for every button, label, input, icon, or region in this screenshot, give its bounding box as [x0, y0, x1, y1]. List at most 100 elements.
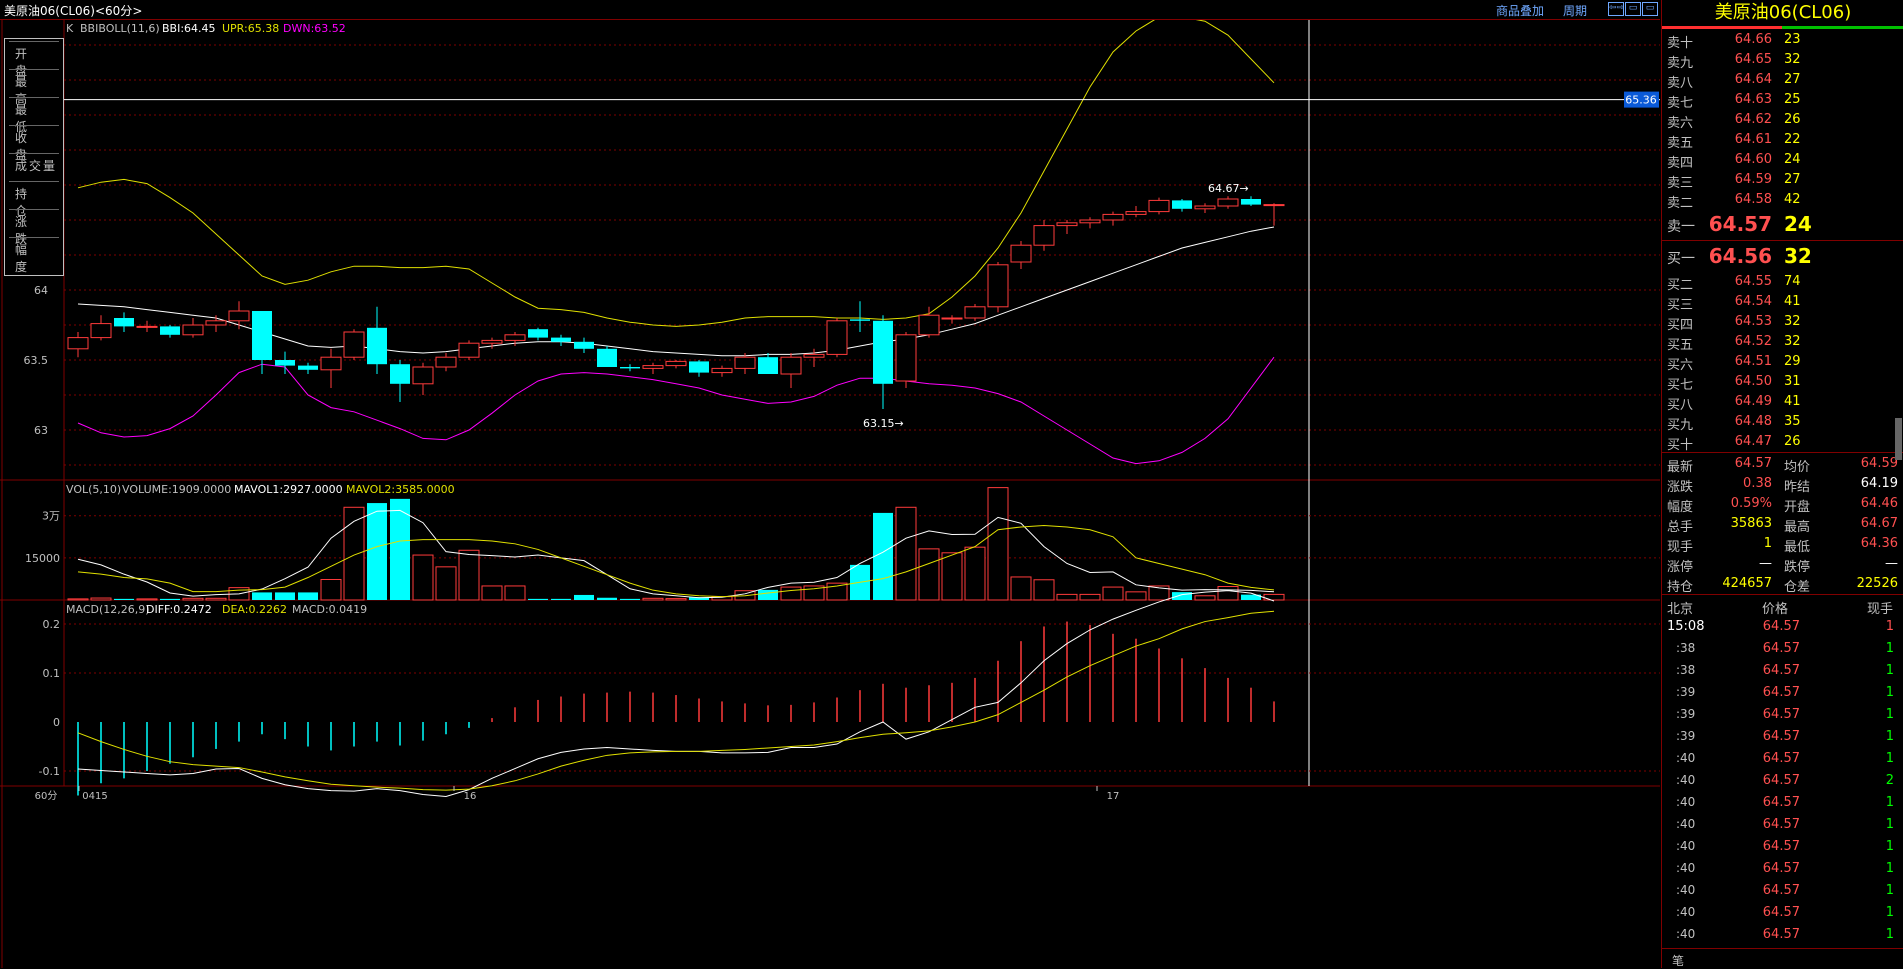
macd-indicator-label: MACD:0.0419 — [292, 603, 367, 616]
ask-row[interactable]: 卖十 64.66 23 — [1662, 30, 1903, 51]
candle-body-up — [228, 310, 250, 322]
bid-price: 64.56 — [1708, 244, 1772, 268]
bid-volume: 35 — [1784, 414, 1801, 429]
tick-qty: 1 — [1885, 795, 1894, 810]
candle-body-up — [1148, 199, 1170, 213]
ask-row[interactable]: 卖九 64.65 32 — [1662, 50, 1903, 71]
overlay-button[interactable]: 商品叠加 — [1496, 2, 1544, 19]
volume-bar-down — [275, 592, 295, 600]
ask-row[interactable]: 卖一 64.57 24 — [1662, 212, 1903, 236]
bid-volume: 41 — [1784, 394, 1801, 409]
tick-row[interactable]: :38 64.57 1 — [1662, 660, 1903, 682]
bid-row[interactable]: 买十 64.47 26 — [1662, 432, 1903, 453]
tick-row[interactable]: :40 64.57 2 — [1662, 770, 1903, 792]
mavol2-line — [77, 525, 1275, 598]
quote-panel: 美原油06(CL06) 卖十 64.66 23 卖九 64.65 32 卖八 64.64 27 卖… — [1661, 0, 1903, 968]
restore-button[interactable]: ⇦⇨ — [1608, 2, 1624, 16]
tick-row[interactable]: :38 64.57 1 — [1662, 638, 1903, 660]
macd-indicator-label: DIFF:0.2472 — [146, 603, 212, 616]
bid-row[interactable]: 买八 64.49 41 — [1662, 392, 1903, 413]
stat-row: 涨停 — 跌停 — — [1662, 554, 1903, 575]
volume-bar-up — [642, 597, 664, 601]
candle-body-down — [275, 360, 295, 366]
volume-bar-down — [597, 597, 617, 600]
tick-row[interactable]: :39 64.57 1 — [1662, 682, 1903, 704]
tick-row[interactable]: :40 64.57 1 — [1662, 792, 1903, 814]
bid-row[interactable]: 买五 64.52 32 — [1662, 332, 1903, 353]
bid-row[interactable]: 买三 64.54 41 — [1662, 292, 1903, 313]
volume-bar-up — [1263, 593, 1285, 601]
tick-row[interactable]: :39 64.57 1 — [1662, 726, 1903, 748]
macd-indicator-label: DEA:0.2262 — [222, 603, 287, 616]
bid-price: 64.50 — [1734, 374, 1772, 389]
tick-qty: 1 — [1885, 905, 1894, 920]
info-high: 最 高 — [5, 69, 63, 106]
volume-bar-down — [620, 598, 640, 600]
ticks-header-qty: 现手 — [1867, 602, 1894, 617]
tab-ticks[interactable]: 笔 — [1672, 952, 1684, 969]
vol-indicator-label: MAVOL2:3585.0000 — [346, 483, 455, 496]
ask-price: 64.63 — [1734, 92, 1772, 107]
quote-info-box: 开 盘 最 高 最 低 收 盘 成交量 持 仓 涨 跌 幅 度 — [4, 38, 64, 276]
stat-row: 最新 64.57 均价 64.59 — [1662, 454, 1903, 475]
candle-body-down — [298, 365, 318, 370]
tick-qty: 1 — [1885, 751, 1894, 766]
stat-value-2: 64.59 — [1860, 456, 1898, 471]
volume-bar-down — [574, 594, 594, 600]
maximize-button[interactable]: ▭ — [1625, 2, 1641, 16]
ask-row[interactable]: 卖七 64.63 25 — [1662, 90, 1903, 111]
candle-body-up — [136, 325, 158, 328]
bid-volume: 41 — [1784, 294, 1801, 309]
bid-row[interactable]: 买二 64.55 74 — [1662, 272, 1903, 293]
bid-row[interactable]: 买七 64.50 31 — [1662, 372, 1903, 393]
ask-row[interactable]: 卖五 64.61 22 — [1662, 130, 1903, 151]
cycle-button[interactable]: 周期 — [1563, 2, 1587, 19]
volume-bar-down — [551, 598, 571, 600]
ask-price: 64.64 — [1734, 72, 1772, 87]
symbol-title: 美原油06(CL06) — [1714, 2, 1852, 23]
ask-row[interactable]: 卖六 64.62 26 — [1662, 110, 1903, 131]
bid-row[interactable]: 买一 64.56 32 — [1662, 244, 1903, 268]
tick-row[interactable]: :40 64.57 1 — [1662, 880, 1903, 902]
ask-row[interactable]: 卖二 64.58 42 — [1662, 190, 1903, 211]
tick-row[interactable]: :40 64.57 1 — [1662, 836, 1903, 858]
tick-row[interactable]: :40 64.57 1 — [1662, 902, 1903, 924]
bid-row[interactable]: 买六 64.51 29 — [1662, 352, 1903, 373]
ask-price: 64.58 — [1734, 192, 1772, 207]
orderbook-divider — [1662, 240, 1903, 241]
volume-bar-up — [918, 548, 940, 601]
ask-row[interactable]: 卖八 64.64 27 — [1662, 70, 1903, 91]
volume-bar-up — [435, 566, 457, 601]
bid-price: 64.47 — [1734, 434, 1772, 449]
candle-body-up — [642, 365, 664, 369]
tick-qty: 1 — [1885, 927, 1894, 942]
candle-body-up — [1033, 225, 1055, 246]
panel-scrollbar[interactable] — [1895, 418, 1902, 460]
stat-value-2: 64.46 — [1860, 496, 1898, 511]
tick-row[interactable]: :40 64.57 1 — [1662, 924, 1903, 946]
bid-volume: 74 — [1784, 274, 1801, 289]
tick-row[interactable]: :40 64.57 1 — [1662, 858, 1903, 880]
period-label: 60分 — [35, 790, 58, 802]
x-tick-label: 17 — [1107, 791, 1120, 802]
ask-volume: 24 — [1784, 212, 1812, 236]
diff-line — [77, 590, 1275, 797]
close-button[interactable]: ▭ — [1642, 2, 1658, 16]
kline-chart[interactable]: 63 63.5 64 K BBIBOLL(11,6) BBI:64.45 UPR:65.38… — [0, 20, 1660, 968]
bid-row[interactable]: 买四 64.53 32 — [1662, 312, 1903, 333]
tick-row[interactable]: :39 64.57 1 — [1662, 704, 1903, 726]
ask-volume: 24 — [1784, 152, 1801, 167]
ask-row[interactable]: 卖三 64.59 27 — [1662, 170, 1903, 191]
candle-body-down — [1172, 200, 1192, 209]
bid-row[interactable]: 买九 64.48 35 — [1662, 412, 1903, 433]
ask-row[interactable]: 卖四 64.60 24 — [1662, 150, 1903, 171]
tick-qty: 2 — [1885, 773, 1894, 788]
ask-volume: 23 — [1784, 32, 1801, 47]
tick-qty: 1 — [1885, 619, 1894, 634]
bid-price: 64.53 — [1734, 314, 1772, 329]
volume-bar-up — [320, 578, 342, 601]
candle-body-down — [114, 318, 134, 327]
tick-row[interactable]: 15:08 64.57 1 — [1662, 616, 1903, 638]
tick-row[interactable]: :40 64.57 1 — [1662, 814, 1903, 836]
tick-row[interactable]: :40 64.57 1 — [1662, 748, 1903, 770]
